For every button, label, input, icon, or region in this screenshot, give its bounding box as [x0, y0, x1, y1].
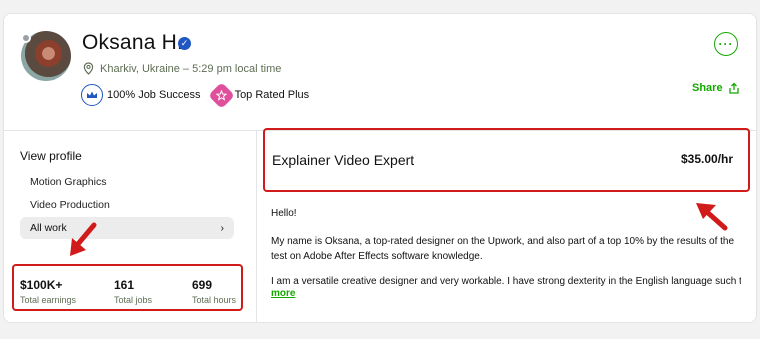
freelancer-name: Oksana H.	[82, 31, 184, 54]
sidebar-item-video-production[interactable]: Video Production	[30, 199, 110, 211]
sidebar-item-all-work[interactable]: All work ›	[20, 217, 234, 239]
stat-label: Total earnings	[20, 295, 77, 305]
location-text: Kharkiv, Ukraine – 5:29 pm local time	[100, 62, 282, 75]
top-rated-label: Top Rated Plus	[234, 89, 310, 101]
ellipsis-icon: ···	[718, 37, 734, 51]
sidebar-item-all-work-label: All work	[30, 222, 67, 234]
stat-total-jobs: 161 Total jobs	[114, 278, 152, 305]
job-success-label: 100% Job Success	[107, 89, 201, 101]
share-label: Share	[692, 82, 723, 94]
badge-row: 100% Job Success Top Rated Plus	[81, 81, 310, 109]
job-success-badge[interactable]: 100% Job Success	[81, 84, 201, 106]
stat-total-earnings: $100K+ Total earnings	[20, 278, 76, 305]
location-row: Kharkiv, Ukraine – 5:29 pm local time	[83, 62, 281, 75]
hourly-rate: $35.00/hr	[681, 152, 734, 166]
description-paragraph-1: My name is Oksana, a top-rated designer …	[271, 236, 735, 262]
chevron-right-icon: ›	[220, 222, 225, 234]
share-icon	[728, 82, 739, 94]
top-rated-badge[interactable]: Top Rated Plus	[207, 81, 310, 109]
stat-label: Total jobs	[114, 295, 153, 305]
description-greeting: Hello!	[271, 208, 297, 219]
location-pin-icon	[83, 62, 94, 75]
verified-check-icon: ✓	[178, 37, 191, 50]
stat-total-hours: 699 Total hours	[192, 278, 236, 305]
online-status-dot	[21, 33, 31, 43]
stat-value: 161	[114, 278, 135, 292]
stat-value: 699	[192, 278, 213, 292]
description-paragraph-2: I am a versatile creative designer and v…	[271, 276, 741, 287]
profile-title: Explainer Video Expert	[272, 152, 415, 168]
more-options-button[interactable]: ···	[714, 32, 738, 56]
crown-icon	[81, 84, 103, 106]
column-divider	[256, 130, 257, 322]
stat-label: Total hours	[192, 295, 237, 305]
view-profile-heading: View profile	[20, 149, 82, 163]
sidebar-item-motion-graphics[interactable]: Motion Graphics	[30, 176, 106, 188]
share-button[interactable]: Share	[692, 82, 740, 94]
star-badge-icon	[207, 81, 235, 109]
red-arrow-down-left-icon	[70, 222, 97, 256]
more-link[interactable]: more	[271, 288, 295, 299]
stat-value: $100K+	[20, 278, 63, 292]
